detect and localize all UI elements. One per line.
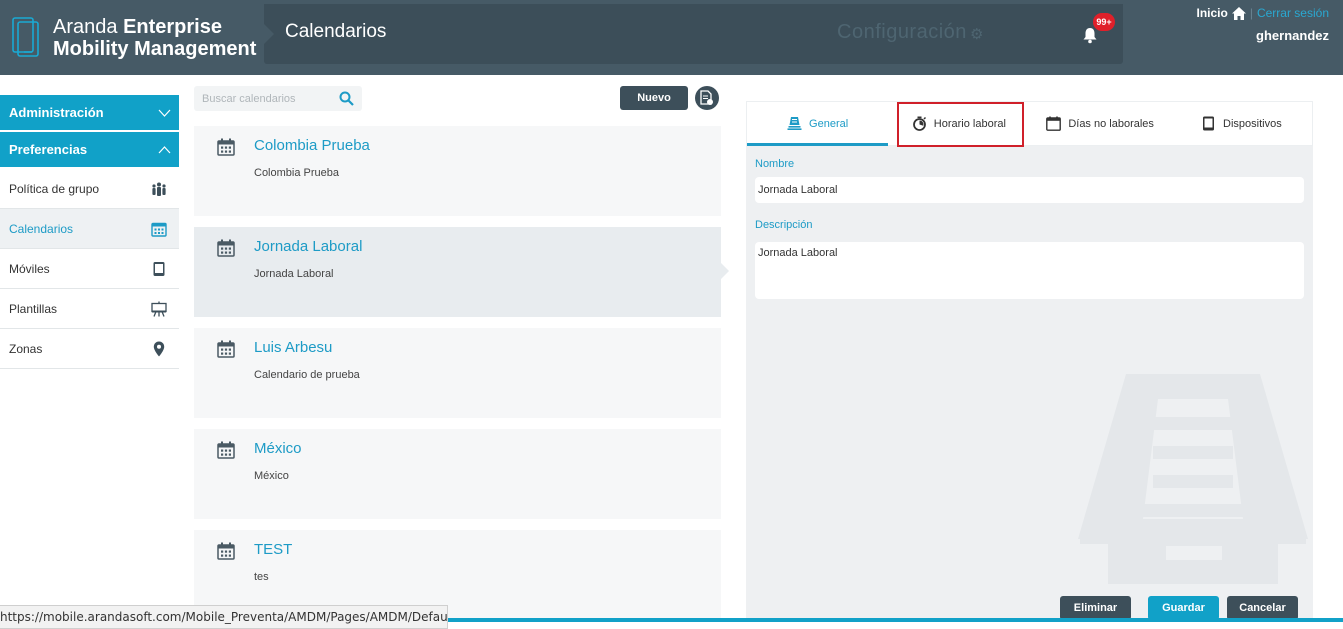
notification-badge[interactable]: 99+: [1093, 13, 1115, 31]
list-item[interactable]: Luis Arbesu Calendario de prueba: [194, 328, 721, 418]
tablet-icon: [153, 261, 165, 276]
sidebar-group-label: Preferencias: [9, 142, 88, 157]
browser-status-bar: https://mobile.arandasoft.com/Mobile_Pre…: [0, 605, 448, 629]
calendar-icon: [151, 222, 167, 237]
calendar-description: Colombia Prueba: [254, 167, 339, 179]
calendar-description: Calendario de prueba: [254, 369, 360, 381]
link-separator: |: [1249, 6, 1253, 20]
sidebar-item-label: Zonas: [9, 341, 43, 356]
cancel-button[interactable]: Cancelar: [1227, 596, 1298, 620]
sidebar-item-plantillas[interactable]: Plantillas: [0, 289, 179, 329]
sidebar-item-label: Calendarios: [9, 221, 74, 236]
sidebar-item-label: Plantillas: [9, 301, 58, 316]
search-box: [194, 86, 362, 111]
title-arrow: [264, 24, 274, 44]
easel-icon: [151, 301, 167, 317]
calendar-icon: [217, 340, 235, 358]
nombre-field[interactable]: Jornada Laboral: [755, 177, 1304, 203]
nombre-label: Nombre: [755, 158, 795, 170]
brand-logo[interactable]: Aranda Enterprise Mobility Management: [0, 0, 263, 75]
username[interactable]: ghernandez: [1256, 28, 1329, 43]
calendar-name[interactable]: Luis Arbesu: [254, 339, 332, 356]
sidebar: Administración Preferencias Política de …: [0, 95, 179, 369]
calendar-icon: [217, 138, 235, 156]
gear-icon[interactable]: ⚙: [970, 25, 983, 43]
sidebar-item-zonas[interactable]: Zonas: [0, 329, 179, 369]
sidebar-group-label: Administración: [9, 105, 104, 120]
brand-light: Aranda: [53, 15, 118, 38]
document-icon: [700, 90, 713, 105]
brand-name: Aranda Enterprise Mobility Management: [53, 16, 256, 60]
map-pin-icon: [153, 341, 165, 356]
save-button[interactable]: Guardar: [1148, 596, 1219, 620]
export-document-button[interactable]: [695, 86, 719, 110]
calendar-icon: [217, 441, 235, 459]
user-links: Inicio | Cerrar sesión: [1197, 6, 1330, 20]
search-input[interactable]: [194, 92, 334, 105]
sidebar-item-politica-de-grupo[interactable]: Política de grupo: [0, 169, 179, 209]
calendar-icon: [217, 239, 235, 257]
brand-bold-1: Enterprise: [123, 15, 222, 38]
selection-pointer: [721, 263, 729, 279]
calendar-icon: [1046, 116, 1062, 131]
list-item[interactable]: Colombia Prueba Colombia Prueba: [194, 126, 721, 216]
tablet-icon: [1203, 116, 1215, 131]
accent-bar: [447, 618, 1343, 622]
new-calendar-button[interactable]: Nuevo: [620, 86, 688, 110]
list-item[interactable]: México México: [194, 429, 721, 519]
group-icon: [152, 182, 166, 196]
stack-icon: [787, 117, 802, 130]
tab-dispositivos[interactable]: Dispositivos: [1171, 102, 1312, 145]
inicio-link[interactable]: Inicio: [1197, 6, 1228, 20]
tab-dias-no-laborales[interactable]: Días no laborales: [1030, 102, 1171, 145]
sidebar-item-moviles[interactable]: Móviles: [0, 249, 179, 289]
config-label[interactable]: Configuración: [837, 21, 967, 44]
calendar-description: tes: [254, 571, 269, 583]
title-bar: Calendarios Configuración ⚙ 99+: [264, 4, 1123, 64]
calendar-name[interactable]: México: [254, 440, 302, 457]
calendar-description: Jornada Laboral: [254, 268, 334, 280]
chevron-down-icon: [158, 109, 171, 117]
highlight-box: [897, 102, 1024, 147]
calendar-description: México: [254, 470, 289, 482]
aranda-logo-watermark: [1078, 374, 1308, 584]
tab-general[interactable]: General: [747, 102, 889, 146]
search-icon[interactable]: [339, 91, 354, 106]
descripcion-field[interactable]: Jornada Laboral: [755, 242, 1304, 299]
sidebar-item-calendarios[interactable]: Calendarios: [0, 209, 179, 249]
devices-logo-icon: [12, 16, 39, 57]
sidebar-group-administracion[interactable]: Administración: [0, 95, 179, 130]
sidebar-item-label: Política de grupo: [9, 181, 100, 196]
sidebar-group-preferencias[interactable]: Preferencias: [0, 132, 179, 167]
tab-label: General: [809, 117, 849, 130]
brand-bold-2: Mobility Management: [53, 37, 257, 60]
chevron-up-icon: [158, 145, 171, 153]
tab-label: Dispositivos: [1223, 117, 1282, 130]
calendar-list: Colombia Prueba Colombia Prueba Jornada …: [194, 126, 729, 629]
page-title: Calendarios: [285, 21, 387, 42]
delete-button[interactable]: Eliminar: [1060, 596, 1131, 620]
sidebar-item-label: Móviles: [9, 261, 50, 276]
calendar-name[interactable]: Colombia Prueba: [254, 137, 370, 154]
detail-panel: General Horario laboral Días no laborale…: [746, 101, 1313, 629]
calendar-name[interactable]: Jornada Laboral: [254, 238, 362, 255]
descripcion-label: Descripción: [755, 219, 813, 231]
detail-tabs: General Horario laboral Días no laborale…: [746, 101, 1313, 146]
calendar-name[interactable]: TEST: [254, 541, 292, 558]
tab-label: Días no laborales: [1068, 117, 1154, 130]
home-icon[interactable]: [1231, 6, 1246, 20]
app-header: Aranda Enterprise Mobility Management Ca…: [0, 0, 1343, 75]
logout-link[interactable]: Cerrar sesión: [1257, 6, 1329, 20]
calendar-icon: [217, 542, 235, 560]
list-item-selected[interactable]: Jornada Laboral Jornada Laboral: [194, 227, 729, 317]
